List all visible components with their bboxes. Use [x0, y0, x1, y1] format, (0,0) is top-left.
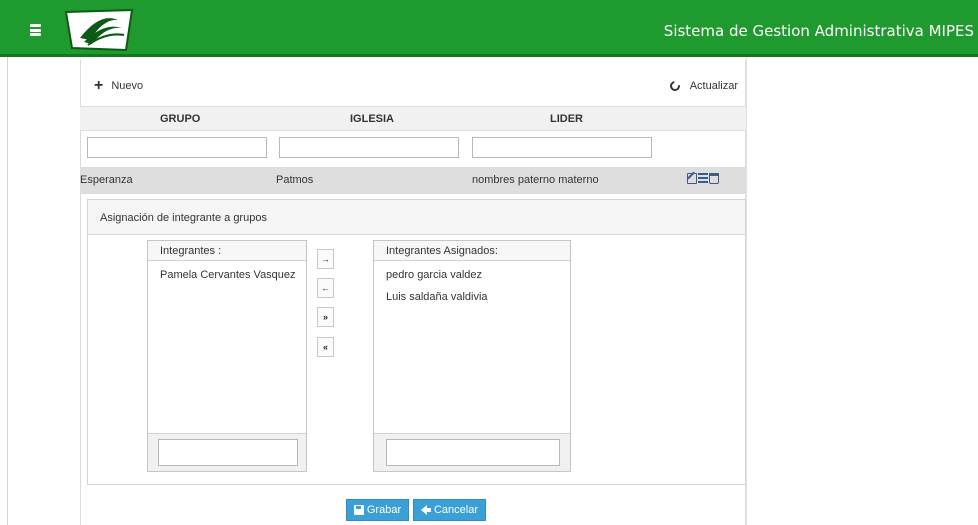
edit-icon[interactable]	[687, 173, 697, 184]
mipes-logo-icon	[64, 8, 134, 52]
toolbar: + Nuevo Actualizar	[80, 72, 746, 106]
grabar-label: Grabar	[366, 504, 402, 516]
column-header-lider[interactable]: LIDER	[550, 113, 583, 125]
move-right-button[interactable]: →	[317, 249, 334, 269]
list-item[interactable]: pedro garcia valdez	[386, 269, 570, 291]
table-header: GRUPO IGLESIA LIDER	[80, 106, 746, 131]
integrantes-list-body: Pamela Cervantes Vasquez	[148, 261, 306, 291]
app-header: Sistema de Gestion Administrativa MIPES	[0, 0, 978, 57]
iglesia-filter-input[interactable]	[279, 137, 459, 158]
table-row[interactable]: Esperanza Patmos nombres paterno materno	[80, 167, 746, 194]
nuevo-label: Nuevo	[111, 80, 144, 92]
move-left-button[interactable]: ←	[317, 278, 334, 298]
column-header-iglesia[interactable]: IGLESIA	[350, 113, 394, 125]
row-actions	[687, 173, 719, 184]
list-item[interactable]: Luis saldaña valdivia	[386, 291, 570, 313]
assignment-title: Asignación de integrante a grupos	[100, 212, 267, 224]
right-gutter	[746, 57, 978, 525]
lider-filter-input[interactable]	[472, 137, 652, 158]
plus-icon: +	[94, 77, 104, 94]
grabar-button[interactable]: Grabar	[346, 499, 409, 521]
cell-grupo: Esperanza	[80, 174, 133, 186]
arrow-left-icon	[420, 505, 431, 515]
column-header-grupo[interactable]: GRUPO	[160, 113, 200, 125]
integrantes-asignados-footer	[374, 433, 570, 471]
actualizar-label: Actualizar	[689, 80, 738, 92]
cell-iglesia: Patmos	[276, 174, 314, 186]
integrantes-asignados-header: Integrantes Asignados:	[374, 241, 570, 261]
trash-icon[interactable]	[709, 173, 719, 184]
list-item[interactable]: Pamela Cervantes Vasquez	[160, 269, 306, 291]
assignment-panel: Asignación de integrante a grupos Integr…	[87, 199, 746, 485]
assignment-header: Asignación de integrante a grupos	[88, 200, 745, 235]
nuevo-button[interactable]: + Nuevo	[94, 77, 144, 94]
integrantes-asignados-search-input[interactable]	[386, 439, 560, 466]
list-icon[interactable]	[698, 173, 708, 184]
cancelar-button[interactable]: Cancelar	[413, 499, 486, 521]
integrantes-list: Integrantes : Pamela Cervantes Vasquez	[147, 240, 307, 472]
integrantes-asignados-body: pedro garcia valdez Luis saldaña valdivi…	[374, 261, 570, 313]
save-icon	[353, 505, 364, 515]
integrantes-list-header: Integrantes :	[148, 241, 306, 261]
grupo-filter-input[interactable]	[87, 137, 267, 158]
list-icon[interactable]	[27, 24, 41, 36]
refresh-icon	[667, 79, 682, 93]
integrantes-list-footer	[148, 433, 306, 471]
filter-row	[80, 131, 746, 167]
cell-lider: nombres paterno materno	[472, 174, 599, 186]
app-title: Sistema de Gestion Administrativa MIPES	[663, 22, 974, 40]
integrantes-search-input[interactable]	[158, 439, 298, 466]
integrantes-asignados-list: Integrantes Asignados: pedro garcia vald…	[373, 240, 571, 472]
cancelar-label: Cancelar	[433, 504, 479, 516]
move-all-right-button[interactable]: »	[317, 307, 334, 327]
move-all-left-button[interactable]: «	[317, 337, 334, 357]
actualizar-button[interactable]: Actualizar	[667, 79, 738, 93]
